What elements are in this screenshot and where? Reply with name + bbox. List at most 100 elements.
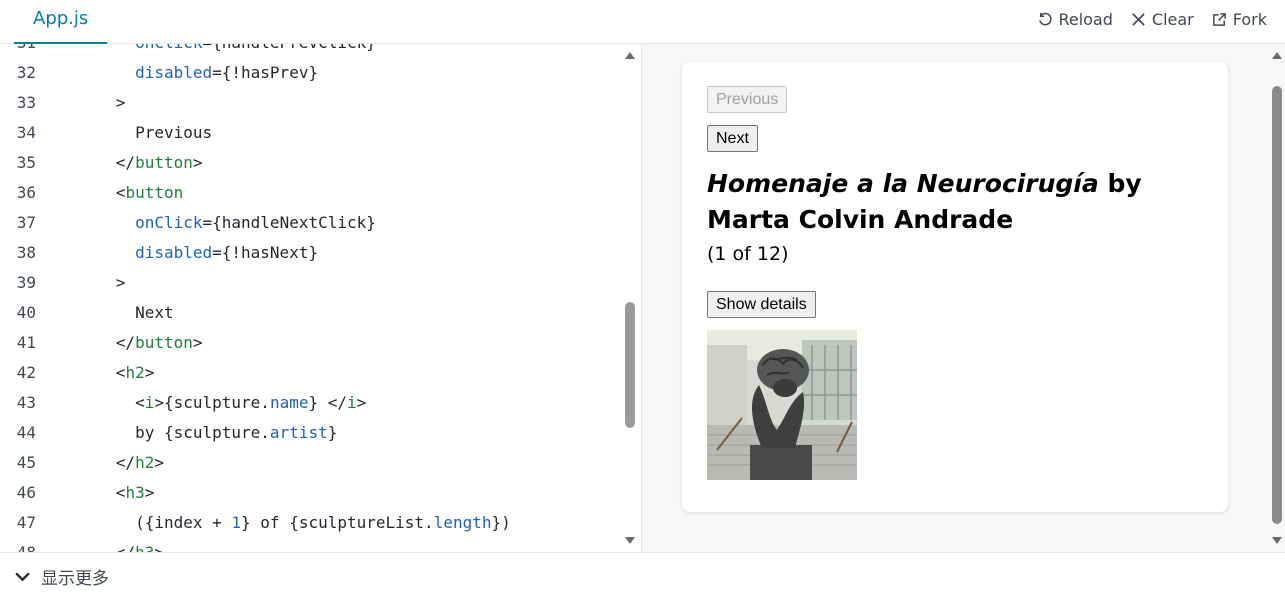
code-line[interactable]: 33 > (0, 88, 620, 118)
code-line[interactable]: 43 <i>{sculpture.name} </i> (0, 388, 620, 418)
code-line[interactable]: 32 disabled={!hasPrev} (0, 58, 620, 88)
code-token: > (154, 543, 164, 552)
line-code: <h2> (36, 358, 155, 388)
code-token: button (125, 183, 184, 202)
code-token: disabled (135, 63, 213, 82)
code-token: ({index + (135, 513, 232, 532)
line-code: </button> (36, 148, 203, 178)
code-token: i (347, 393, 357, 412)
code-token: < (115, 363, 126, 382)
editor-scroll-thumb[interactable] (625, 302, 635, 428)
code-token: < (115, 183, 126, 202)
fork-button[interactable]: Fork (1212, 10, 1267, 29)
line-number: 43 (16, 393, 36, 412)
code-token: </ (115, 153, 136, 172)
code-token: h2 (125, 363, 145, 382)
line-number: 36 (16, 183, 36, 202)
reload-button[interactable]: Reload (1037, 9, 1113, 29)
code-line[interactable]: 44 by {sculpture.artist} (0, 418, 620, 448)
code-line[interactable]: 47 ({index + 1} of {sculptureList.length… (0, 508, 620, 538)
line-number: 33 (16, 93, 36, 112)
show-more-bar[interactable]: 显示更多 (0, 552, 1285, 599)
code-line[interactable]: 38 disabled={!hasNext} (0, 238, 620, 268)
code-line[interactable]: 46 <h3> (0, 478, 620, 508)
code-token: } of {sculptureList. (241, 513, 434, 532)
line-number: 41 (16, 333, 36, 352)
code-line[interactable]: 35 </button> (0, 148, 620, 178)
code-token: h2 (135, 453, 155, 472)
code-token: h3 (135, 543, 154, 552)
line-code: <i>{sculpture.name} </i> (36, 388, 366, 418)
code-token: </ (116, 543, 135, 552)
code-token: ={handleNextClick} (202, 213, 376, 232)
code-token: disabled (135, 243, 213, 262)
line-code: </h3> (36, 538, 164, 552)
line-number: 46 (16, 483, 36, 502)
preview-scroll-up-arrow-icon[interactable] (1272, 52, 1282, 59)
show-more-label: 显示更多 (41, 568, 109, 589)
sandbox-actions: Reload Clear Fork (1037, 0, 1267, 38)
code-line[interactable]: 31 onClick={handlePrevClick} (0, 44, 620, 58)
editor-scrollbar[interactable] (622, 44, 638, 552)
sculpture-image (707, 330, 857, 480)
line-code: disabled={!hasPrev} (36, 58, 318, 88)
code-line[interactable]: 34 Previous (0, 118, 620, 148)
code-line[interactable]: 40 Next (0, 298, 620, 328)
show-details-button[interactable]: Show details (707, 291, 816, 318)
code-line[interactable]: 41 </button> (0, 328, 620, 358)
code-token: </ (115, 333, 136, 352)
code-token: Previous (135, 123, 213, 142)
line-code: onClick={handleNextClick} (36, 208, 376, 238)
code-token: i (144, 393, 155, 412)
line-code: > (36, 268, 126, 298)
code-token: > (356, 393, 367, 412)
code-editor[interactable]: 31 onClick={handlePrevClick}32 disabled=… (0, 44, 640, 552)
clear-button[interactable]: Clear (1131, 10, 1194, 29)
line-code: <h3> (36, 478, 155, 508)
code-line[interactable]: 42 <h2> (0, 358, 620, 388)
code-token: onClick (135, 44, 202, 52)
code-token: by {sculpture. (135, 423, 270, 442)
code-token: ={!hasPrev} (212, 63, 319, 82)
code-line[interactable]: 37 onClick={handleNextClick} (0, 208, 620, 238)
preview-scroll-thumb[interactable] (1272, 86, 1282, 524)
code-line[interactable]: 36 <button (0, 178, 620, 208)
code-token: > (192, 333, 203, 352)
code-token: Next (135, 303, 174, 322)
code-token: } (327, 423, 338, 442)
sculpture-name: Homenaje a la Neurocirugía (707, 169, 1099, 198)
code-token: </ (115, 453, 136, 472)
line-code: onClick={handlePrevClick} (36, 44, 376, 58)
scroll-down-arrow-icon[interactable] (625, 537, 635, 544)
line-number: 38 (16, 243, 36, 262)
line-number: 37 (16, 213, 36, 232)
line-number: 35 (16, 153, 36, 172)
reload-icon (1039, 12, 1053, 25)
sculpture-counter: (1 of 12) (707, 243, 789, 265)
reload-label: Reload (1058, 9, 1113, 29)
line-number: 31 (0, 44, 36, 58)
code-line[interactable]: 39 > (0, 268, 620, 298)
code-token: } </ (308, 393, 347, 412)
clear-label: Clear (1151, 9, 1194, 29)
line-number: 45 (16, 453, 36, 472)
code-token: artist (269, 423, 328, 442)
tab-app-js[interactable]: App.js (14, 0, 108, 44)
line-code: > (36, 88, 126, 118)
code-line[interactable]: 48 </h3> (0, 538, 620, 552)
code-token: name (269, 393, 309, 412)
line-number: 40 (16, 303, 36, 322)
line-code: disabled={!hasNext} (36, 238, 318, 268)
previous-button[interactable]: Previous (707, 86, 788, 113)
scroll-up-arrow-icon[interactable] (625, 52, 635, 59)
code-token: }) (491, 513, 511, 532)
code-line[interactable]: 45 </h2> (0, 448, 620, 478)
preview-scrollbar[interactable] (1269, 44, 1285, 552)
next-button[interactable]: Next (707, 125, 758, 152)
code-token: < (115, 483, 126, 502)
preview-scroll-down-arrow-icon[interactable] (1272, 537, 1282, 544)
preview-card: Previous Next Homenaje a la Neurocirugía… (682, 62, 1228, 512)
code-token: < (135, 393, 145, 412)
line-number: 48 (0, 538, 36, 552)
code-token: > (115, 273, 126, 292)
